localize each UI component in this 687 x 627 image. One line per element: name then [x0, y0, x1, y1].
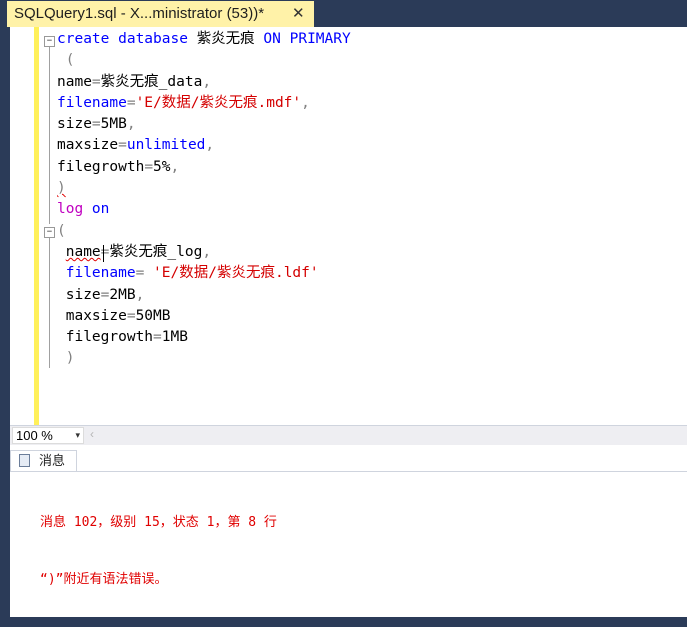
code-token: , — [205, 137, 215, 154]
collapse-icon[interactable]: − — [44, 36, 55, 47]
code-token: 紫炎无痕_data — [100, 73, 203, 90]
code-line[interactable]: create database 紫炎无痕 ON PRIMARY — [57, 29, 351, 50]
messages-list: 消息 102，级别 15，状态 1，第 8 行 “)”附近有语法错误。 — [40, 475, 277, 627]
code-token: size — [57, 116, 92, 133]
code-token: , — [135, 286, 145, 303]
document-tab-bar: SQLQuery1.sql - X...ministrator (53))* ✕ — [0, 0, 687, 27]
code-line[interactable]: ( — [57, 50, 351, 71]
code-token: = — [126, 94, 136, 111]
code-text[interactable]: create database 紫炎无痕 ON PRIMARY (name=紫炎… — [57, 29, 351, 370]
code-token: unlimited — [126, 137, 206, 154]
code-line[interactable]: filegrowth=5%, — [57, 157, 351, 178]
code-token: , — [170, 158, 180, 175]
code-token: ) — [57, 180, 66, 197]
code-token: maxsize — [57, 137, 119, 154]
code-token: size — [57, 286, 101, 303]
code-token: 5% — [153, 158, 171, 175]
code-token: = — [91, 73, 101, 90]
code-token: 紫炎无痕_log — [109, 243, 203, 260]
messages-icon — [19, 454, 30, 467]
code-token: on — [91, 201, 110, 218]
query-tab-title: SQLQuery1.sql - X...ministrator (53))* — [14, 5, 265, 22]
code-token: 2MB — [109, 286, 136, 303]
code-token: = — [126, 307, 136, 324]
zoom-value: 100 % — [16, 428, 53, 443]
results-pane: 消息 消息 102，级别 15，状态 1，第 8 行 “)”附近有语法错误。 — [10, 445, 687, 617]
code-line[interactable]: name=紫炎无痕_data, — [57, 72, 351, 93]
fold-guide — [49, 238, 50, 368]
chevron-down-icon: ▾ — [75, 430, 80, 440]
query-tab[interactable]: SQLQuery1.sql - X...ministrator (53))* ✕ — [7, 1, 314, 27]
code-token: ON PRIMARY — [263, 31, 351, 47]
code-line[interactable]: maxsize=unlimited, — [57, 135, 351, 156]
scroll-left-icon[interactable]: ‹ — [90, 427, 94, 441]
message-line: 消息 102，级别 15，状态 1，第 8 行 — [40, 515, 277, 530]
code-line[interactable]: filename= 'E/数据/紫炎无痕.ldf' — [57, 263, 351, 284]
collapse-icon[interactable]: − — [44, 227, 55, 238]
code-token: , — [126, 116, 136, 133]
code-token: , — [301, 94, 310, 111]
code-line[interactable]: ) — [57, 348, 351, 369]
code-token: ) — [57, 350, 75, 367]
sql-editor[interactable]: − − create database 紫炎无痕 ON PRIMARY ( nam… — [10, 27, 687, 425]
code-line[interactable]: filename='E/数据/紫炎无痕.mdf', — [57, 93, 351, 114]
code-token: filename — [57, 265, 136, 282]
code-token: create database — [57, 31, 197, 47]
code-token: filegrowth — [57, 158, 145, 175]
tab-messages[interactable]: 消息 — [10, 450, 77, 472]
code-line[interactable]: maxsize=50MB — [57, 306, 351, 327]
code-token: = — [153, 329, 162, 346]
code-line[interactable]: name=紫炎无痕_log, — [57, 242, 351, 263]
zoom-dropdown[interactable]: 100 % ▾ — [12, 427, 84, 444]
code-line[interactable]: size=5MB, — [57, 114, 351, 135]
code-token: 5MB — [100, 116, 127, 133]
close-icon[interactable]: ✕ — [292, 4, 305, 22]
code-token: = — [144, 158, 154, 175]
editor-status-row: 100 % ▾ ‹ — [10, 425, 687, 446]
code-token: , — [202, 243, 212, 260]
code-line[interactable]: log on — [57, 199, 351, 220]
text-caret — [103, 245, 104, 262]
code-line[interactable]: filegrowth=1MB — [57, 327, 351, 348]
code-line[interactable]: size=2MB, — [57, 285, 351, 306]
message-line: “)”附近有语法错误。 — [40, 572, 168, 587]
code-token: 50MB — [135, 307, 171, 324]
code-token: = — [135, 265, 154, 282]
code-line[interactable]: ) — [57, 178, 351, 199]
code-token: ( — [57, 52, 75, 69]
code-line[interactable]: ( — [57, 221, 351, 242]
divider — [10, 471, 687, 472]
code-token: ( — [57, 222, 66, 239]
code-token: = — [91, 116, 101, 133]
code-token: 'E/数据/紫炎无痕.ldf' — [153, 265, 319, 282]
code-token: 'E/数据/紫炎无痕.mdf' — [135, 94, 302, 111]
code-token: name — [57, 73, 92, 90]
code-token: 紫炎无痕 — [196, 31, 264, 47]
code-token: filegrowth — [57, 329, 154, 346]
fold-guide — [49, 47, 50, 224]
code-token: , — [202, 73, 212, 90]
change-tracking-margin — [34, 27, 39, 425]
code-token: filename — [57, 94, 127, 111]
code-token: log — [57, 201, 92, 218]
code-token: = — [118, 137, 127, 154]
code-token: 1MB — [161, 329, 188, 346]
code-token: maxsize — [57, 307, 127, 324]
code-token: name — [65, 243, 101, 260]
tab-messages-label: 消息 — [39, 453, 66, 468]
